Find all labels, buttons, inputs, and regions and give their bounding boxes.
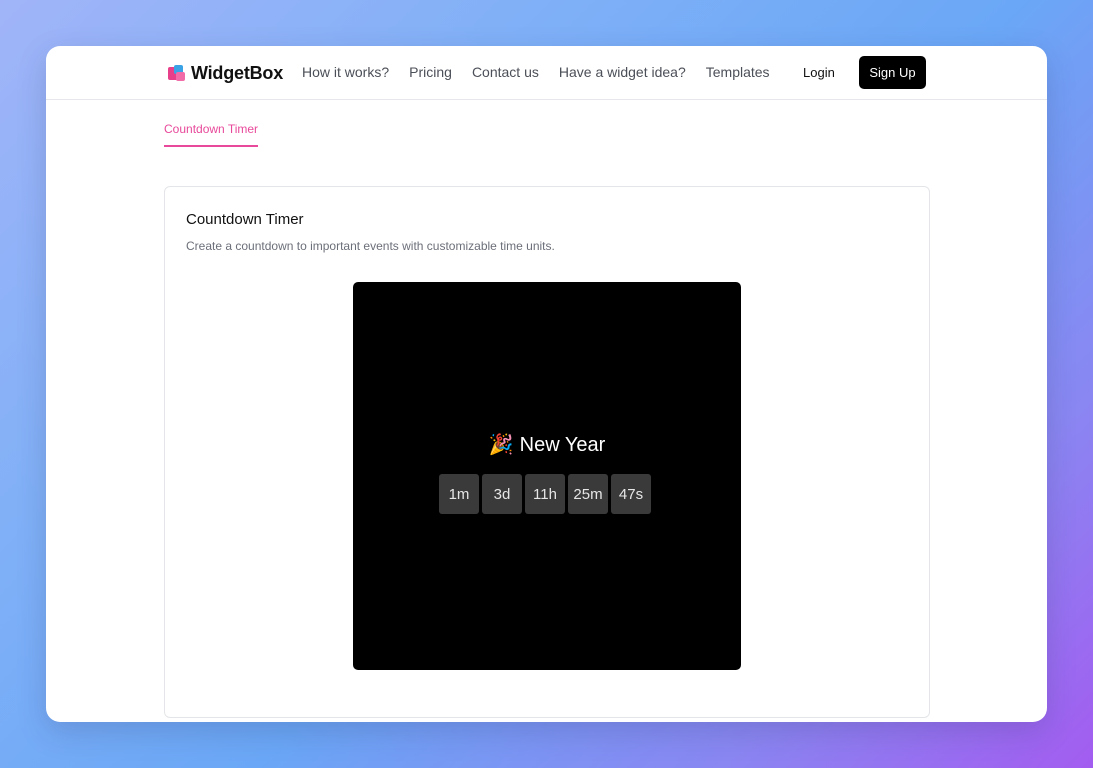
widget-card: Countdown Timer Create a countdown to im… — [164, 186, 930, 718]
countdown-preview: 🎉 New Year 1m 3d 11h 25m 47s — [353, 282, 741, 670]
countdown-unit-hours: 11h — [525, 474, 565, 514]
nav-link-how-it-works[interactable]: How it works? — [302, 64, 389, 80]
nav-link-pricing[interactable]: Pricing — [409, 64, 452, 80]
top-navbar: WidgetBox How it works? Pricing Contact … — [46, 46, 1047, 100]
tab-countdown-timer[interactable]: Countdown Timer — [164, 122, 259, 147]
browser-window: WidgetBox How it works? Pricing Contact … — [46, 46, 1047, 722]
widgetbox-logo-icon — [168, 64, 185, 82]
brand-logo-link[interactable]: WidgetBox — [168, 62, 283, 84]
sign-up-button[interactable]: Sign Up — [859, 56, 926, 89]
countdown-unit-minutes: 25m — [568, 474, 608, 514]
card-description: Create a countdown to important events w… — [186, 239, 555, 253]
countdown-unit-seconds: 47s — [611, 474, 651, 514]
party-popper-icon: 🎉 — [488, 434, 514, 456]
nav-links: How it works? Pricing Contact us Have a … — [302, 64, 790, 80]
nav-link-widget-idea[interactable]: Have a widget idea? — [559, 64, 686, 80]
login-link[interactable]: Login — [803, 65, 835, 80]
event-title: New Year — [519, 434, 606, 456]
countdown-unit-days: 3d — [482, 474, 522, 514]
nav-link-contact-us[interactable]: Contact us — [472, 64, 539, 80]
event-heading: 🎉 New Year — [353, 432, 741, 457]
countdown-unit-months: 1m — [439, 474, 479, 514]
nav-link-templates[interactable]: Templates — [706, 64, 770, 80]
countdown-units: 1m 3d 11h 25m 47s — [439, 474, 651, 514]
card-title: Countdown Timer — [186, 211, 304, 228]
brand-name: WidgetBox — [191, 62, 284, 83]
